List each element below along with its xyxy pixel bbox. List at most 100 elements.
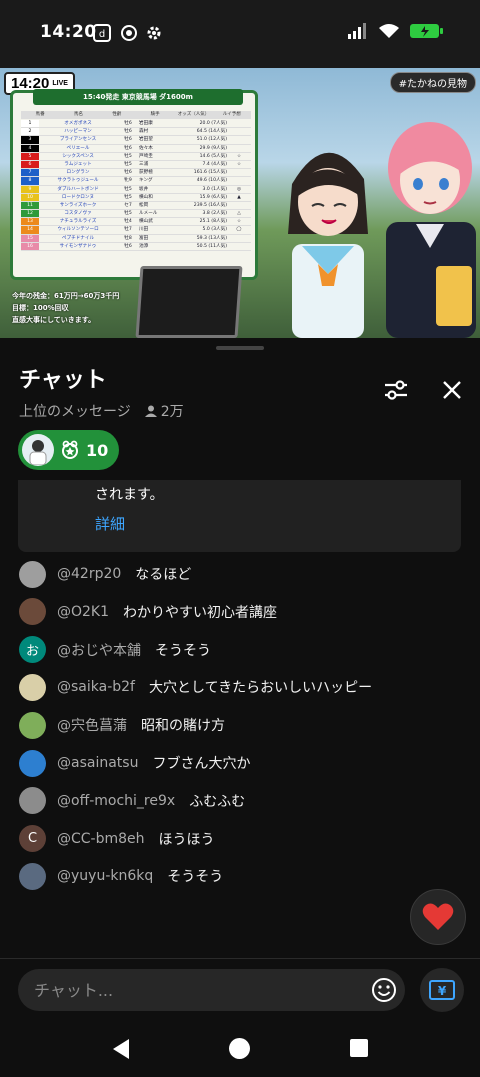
race-sex: 牡7 [124,227,132,233]
race-jockey: ルメール [139,211,158,217]
message-text: わかりやすい初心者講座 [123,604,278,621]
chat-message[interactable]: @yuyu-kn6kq そうそう [19,862,469,890]
race-mark: ▲ [237,194,241,200]
drag-handle[interactable] [216,346,264,350]
avatar: C [19,825,46,853]
chat-message[interactable]: @O2K1 わかりやすい初心者講座 [19,598,469,626]
avatar [19,598,46,626]
race-board-columns: 馬番 馬名 性齢 騎手 オッズ（人気） ルイ予想 [21,111,251,119]
message-author[interactable]: @O2K1 [57,604,109,620]
race-row: 1 オメガポネス 牡6 岩田康 20.0 (7人気) [21,120,251,129]
race-name: オメガポネス [64,121,92,126]
hashtag-label: #たかねの見物 [389,72,476,93]
pinned-poll-pill[interactable]: 10 [18,430,119,470]
race-row: 2 ハッピーマン 牡6 森村 64.5 (14人気) [21,128,251,137]
race-jockey: 戸崎圭 [139,153,153,159]
race-num: 5 [21,152,39,160]
message-text: なるほど [135,567,192,583]
message-author[interactable]: @yuyu-kn6kq [57,868,153,884]
recents-button[interactable] [350,1039,368,1057]
race-row: 8 サクラトゥジュール 牝9 キング 49.6 (10人気) [21,177,251,186]
race-mark [227,177,251,184]
race-name: ダブルハートボンド [57,186,99,192]
d-account-icon: d [93,24,111,42]
race-odds: 14.6 (5人気) [199,153,227,159]
message-text: そうそう [167,869,224,886]
smiley-icon[interactable] [370,976,398,1004]
race-name: サンライズホーク [59,202,97,208]
race-jockey: 横山武 [139,219,153,225]
race-num: 2 [21,128,39,136]
message-text: ふむふむ [189,793,246,810]
avatar: お [19,636,46,664]
chat-message[interactable]: @asainatsu フブさん大穴か [19,749,469,777]
message-author[interactable]: @おじや本舗 [57,640,141,660]
race-mark [227,128,251,135]
vtuber-character-right [386,122,476,338]
race-num: 10 [21,193,39,201]
viewer-count-value: 2万 [160,404,184,420]
chat-mode-label[interactable]: 上位のメッセージ [19,401,131,421]
race-row: 3 ブライアンセンス 牡6 岩田望 51.0 (12人気) [21,136,251,145]
col-odds: オッズ（人気） [177,112,210,117]
overlay-line: 直感大事にしていきます。 [12,316,96,324]
vtuber-character-left [288,152,368,338]
race-jockey: 佐々木 [139,145,153,151]
chat-message[interactable]: @42rp20 なるほど [19,560,469,588]
race-mark: ☆ [236,161,242,167]
race-mark [227,136,251,143]
message-author[interactable]: @off-mochi_re9x [57,793,175,809]
race-board-title: 15:40発走 東京競馬場 ダ1600m [33,89,243,105]
overlay-notes: 今年の残金：61万円→60万3千円 目標：100%回収 直感大事にしていきます。 [12,290,119,326]
race-mark: ☆ [236,219,242,225]
chat-message[interactable]: @off-mochi_re9x ふむふむ [19,787,469,815]
race-mark: ☆ [236,153,242,159]
reaction-button[interactable] [410,889,466,945]
race-mark [227,202,251,209]
race-sex: 牡8 [124,235,132,241]
race-name: ペリエール [66,145,90,151]
race-num: 8 [21,177,39,185]
chat-settings-button[interactable] [380,374,412,406]
chat-subtitle-row: 上位のメッセージ 2万 [19,401,184,421]
chrome-icon [121,25,137,41]
message-author[interactable]: @宍色菖蒲 [57,715,127,735]
message-text: ほうほう [158,831,215,848]
back-icon[interactable] [111,1038,131,1060]
message-author[interactable]: @CC-bm8eh [57,831,145,847]
chat-input[interactable] [18,969,405,1011]
wifi-icon [379,24,399,38]
race-odds: 51.0 (12人気) [196,137,227,143]
message-author[interactable]: @asainatsu [57,755,138,771]
race-row: 5 シックスペンス 牡5 戸崎圭 14.6 (5人気) ☆ [21,152,251,161]
chat-notice-card: されます。 詳細 [18,480,461,552]
battery-icon [410,24,443,38]
live-video-player[interactable]: 14:20 LIVE #たかねの見物 15:40発走 東京競馬場 ダ1600m … [0,68,480,338]
chat-message[interactable]: @宍色菖蒲 昭和の賭け方 [19,711,469,739]
message-author[interactable]: @saika-b2f [57,679,135,695]
race-odds: 239.5 (16人気) [193,202,227,208]
race-num: 9 [21,185,39,193]
race-name: ハッピーマン [64,129,92,135]
notice-details-link[interactable]: 詳細 [95,513,125,534]
live-chat-panel: チャット 上位のメッセージ 2万 10 されます。 詳細 @42rp20 なるほ… [0,338,480,1077]
race-jockey: 池添 [139,243,149,249]
message-author[interactable]: @42rp20 [57,566,121,582]
home-button[interactable] [229,1038,250,1059]
close-chat-button[interactable] [436,374,468,406]
avatar [19,711,46,739]
avatar [19,862,46,890]
race-name: サイモンザナドゥ [59,243,97,249]
race-name: シックスペンス [62,153,94,159]
race-mark [227,235,251,242]
race-sex: 牡6 [124,121,132,126]
col-mark: ルイ予想 [222,112,241,117]
super-chat-button[interactable]: ¥ [420,968,464,1012]
chat-message[interactable]: C @CC-bm8eh ほうほう [19,825,469,853]
chat-message[interactable]: お @おじや本舗 そうそう [19,636,469,664]
race-jockey: 荻野極 [139,170,153,176]
race-name: ラムジェット [64,161,92,167]
race-jockey: キング [139,178,153,184]
race-odds: 3.8 (2人気) [202,211,227,217]
chat-message[interactable]: @saika-b2f 大穴としてきたらおいしいハッピー [19,673,469,701]
